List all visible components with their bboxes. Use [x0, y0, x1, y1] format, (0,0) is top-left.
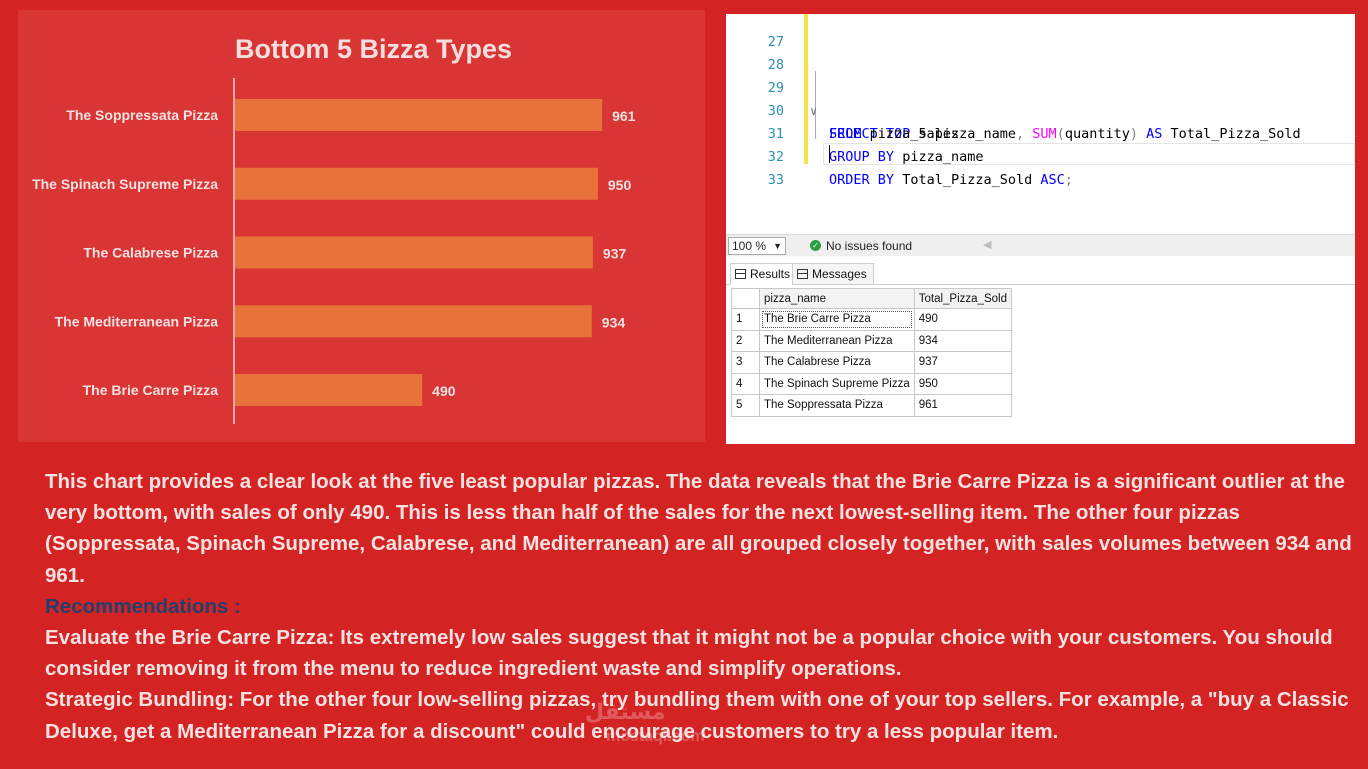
- row-number[interactable]: 5: [731, 394, 760, 417]
- chart-panel: The Soppressata Pizza 961 The Spinach Supr…: [18, 10, 705, 442]
- bar: [235, 167, 598, 200]
- code-line: 29 ∨ SELECT TOP 5 pizza_name, SUM(quanti…: [726, 54, 1355, 142]
- recommendation-2: Strategic Bundling: For the other four l…: [45, 688, 1349, 743]
- data-label: 934: [602, 314, 626, 330]
- editor-status-bar: 100 % ▼ ✓ No issues found ◀: [726, 234, 1355, 256]
- row-number[interactable]: 1: [731, 308, 760, 331]
- category-label: The Calabrese Pizza: [83, 245, 218, 261]
- category-label: The Mediterranean Pizza: [55, 313, 219, 329]
- cell-total-sold[interactable]: 490: [913, 308, 1012, 331]
- row-number[interactable]: 3: [731, 351, 760, 374]
- cell-pizza-name[interactable]: The Brie Carre Pizza: [759, 308, 915, 331]
- analysis-text: This chart provides a clear look at the …: [45, 466, 1365, 747]
- zoom-value: 100 %: [732, 239, 767, 253]
- code-line: 32 ORDER BY Total_Pizza_Sold ASC;: [726, 123, 1355, 188]
- code-line: 28: [726, 31, 1355, 73]
- tab-label: Messages: [812, 267, 867, 281]
- cell-pizza-name[interactable]: The Spinach Supreme Pizza: [759, 372, 915, 395]
- bar-chart: The Soppressata Pizza 961 The Spinach Supr…: [32, 78, 636, 424]
- cell-pizza-name[interactable]: The Calabrese Pizza: [759, 351, 915, 374]
- data-label: 490: [432, 383, 456, 399]
- code-text: ORDER BY Total_Pizza_Sold ASC;: [829, 172, 1073, 188]
- code-line: 27: [726, 14, 1355, 50]
- category-label: The Spinach Supreme Pizza: [32, 176, 218, 192]
- bar: [235, 374, 423, 406]
- tab-label: Results: [750, 267, 791, 281]
- code-line: 33: [726, 146, 1355, 188]
- category-label: The Brie Carre Pizza: [83, 382, 219, 398]
- sql-editor-window: 27 28 29 ∨ SELECT TOP 5 pizza_name, SUM(…: [726, 14, 1355, 444]
- row-number[interactable]: 2: [731, 329, 760, 352]
- issues-status: No issues found: [826, 239, 913, 253]
- line-number: 33: [767, 172, 784, 188]
- grid-icon: [735, 269, 746, 279]
- recommendations-heading: Recommendations :: [45, 594, 241, 618]
- bar: [235, 99, 603, 131]
- results-tabs: Results Messages: [726, 261, 1355, 285]
- row-number[interactable]: 4: [731, 372, 760, 395]
- dropdown-arrow-icon[interactable]: ▼: [773, 238, 782, 254]
- code-line: 31 GROUP BY pizza_name: [726, 100, 1355, 165]
- row-header-corner[interactable]: [731, 288, 760, 309]
- query-editor[interactable]: 27 28 29 ∨ SELECT TOP 5 pizza_name, SUM(…: [726, 14, 1355, 234]
- cell-pizza-name[interactable]: The Mediterranean Pizza: [759, 329, 915, 352]
- table-row[interactable]: 1 The Brie Carre Pizza 490: [731, 308, 1012, 331]
- bar: [235, 305, 592, 338]
- watermark-logo: مستقل: [585, 700, 666, 725]
- results-grid-area: pizza_name Total_Pizza_Sold 1 The Brie C…: [726, 285, 1355, 444]
- results-grid[interactable]: pizza_name Total_Pizza_Sold 1 The Brie C…: [731, 288, 1012, 417]
- message-icon: [797, 269, 808, 279]
- data-label: 937: [603, 246, 627, 262]
- cell-total-sold[interactable]: 934: [913, 329, 1012, 352]
- summary-paragraph: This chart provides a clear look at the …: [45, 470, 1352, 587]
- column-header[interactable]: Total_Pizza_Sold: [913, 288, 1012, 309]
- cell-total-sold[interactable]: 961: [913, 394, 1012, 417]
- code-line: 30 FROM pizza_sales: [726, 77, 1355, 142]
- table-row[interactable]: 2 The Mediterranean Pizza 934: [731, 329, 1012, 352]
- grid-header-row: pizza_name Total_Pizza_Sold: [731, 288, 1012, 309]
- table-row[interactable]: 3 The Calabrese Pizza 937: [731, 351, 1012, 374]
- column-header[interactable]: pizza_name: [759, 288, 915, 309]
- tab-results[interactable]: Results: [730, 263, 798, 285]
- data-label: 950: [608, 177, 632, 193]
- chart-title: Bottom 5 Bizza Types: [234, 34, 513, 64]
- watermark-url: mostaql.com: [606, 728, 705, 745]
- cell-total-sold[interactable]: 950: [913, 372, 1012, 395]
- cell-pizza-name[interactable]: The Soppressata Pizza: [759, 394, 915, 417]
- tab-messages[interactable]: Messages: [792, 263, 874, 285]
- bar: [235, 236, 593, 269]
- table-row[interactable]: 4 The Spinach Supreme Pizza 950: [731, 372, 1012, 395]
- table-row[interactable]: 5 The Soppressata Pizza 961: [731, 394, 1012, 417]
- text-caret: [829, 145, 830, 163]
- recommendation-1: Evaluate the Brie Carre Pizza: Its extre…: [45, 626, 1333, 681]
- zoom-dropdown[interactable]: 100 % ▼: [728, 237, 786, 255]
- check-circle-icon: ✓: [810, 240, 821, 251]
- cell-total-sold[interactable]: 937: [913, 351, 1012, 374]
- category-label: The Soppressata Pizza: [66, 107, 218, 123]
- data-label: 961: [612, 108, 636, 124]
- scroll-left-icon[interactable]: ◀: [983, 238, 991, 251]
